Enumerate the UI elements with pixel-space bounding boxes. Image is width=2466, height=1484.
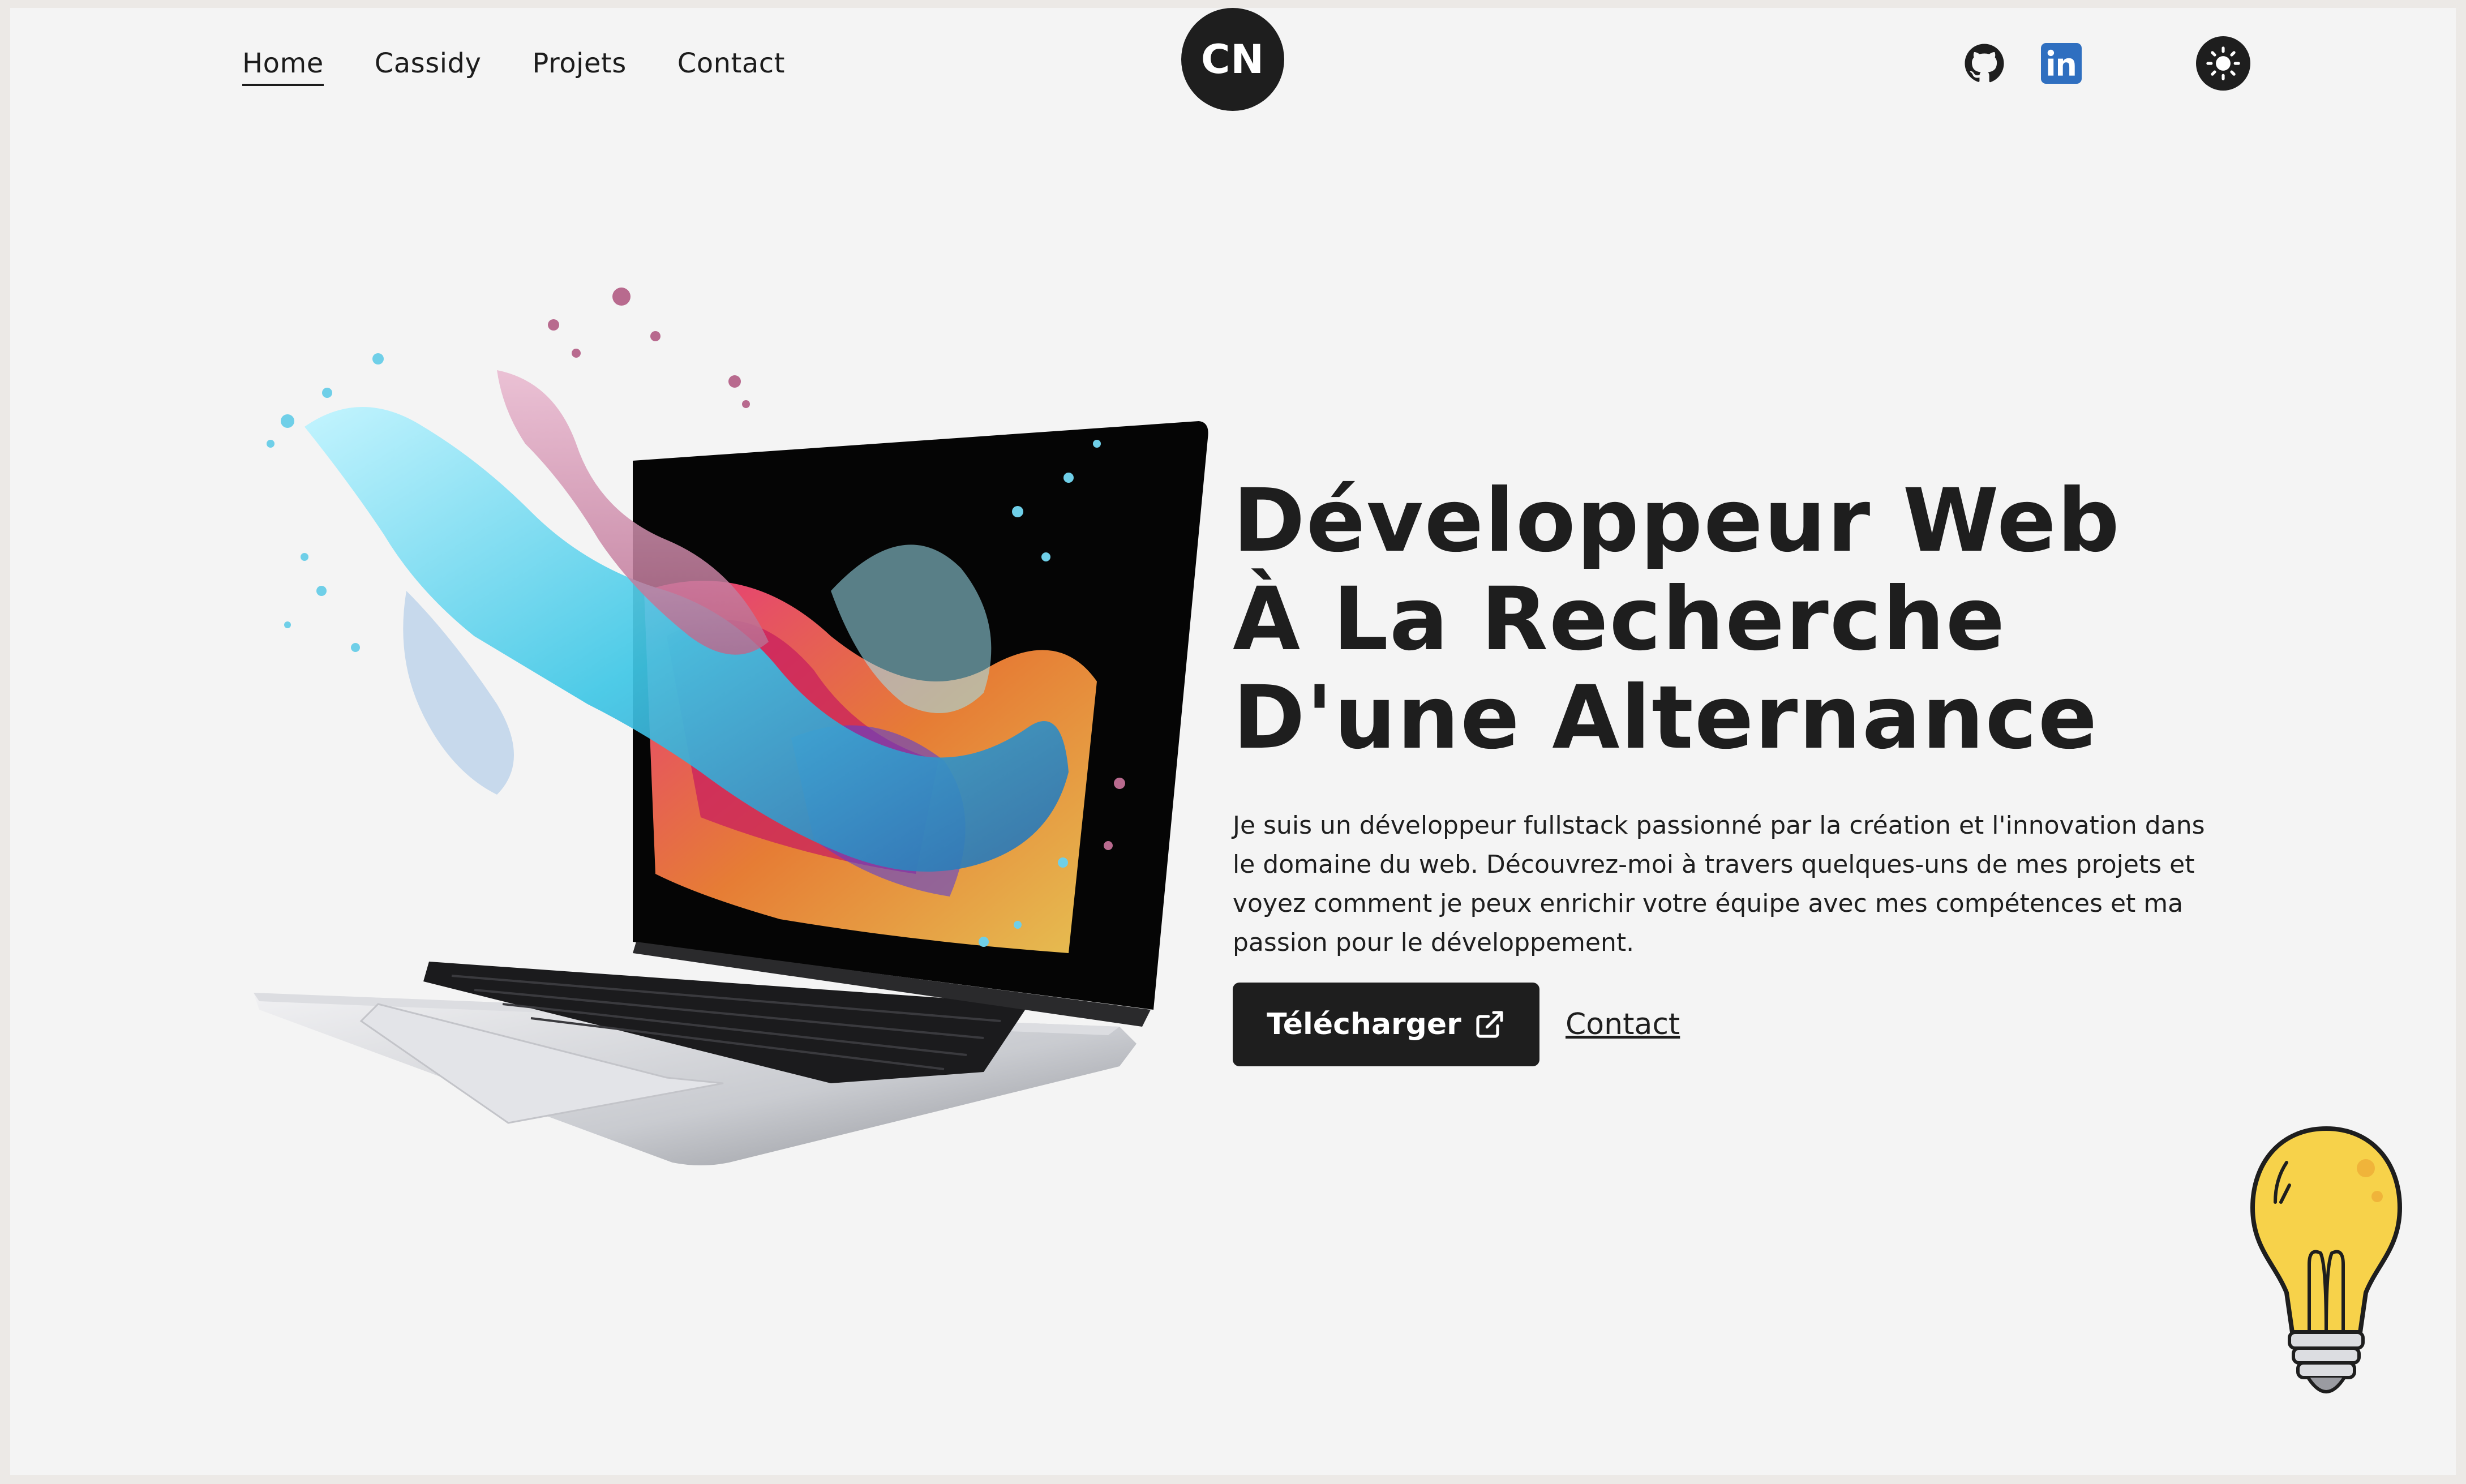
page: Home Cassidy Projets Contact CN Développ… <box>10 8 2456 1475</box>
main-nav: Home Cassidy Projets Contact <box>242 43 785 86</box>
nav-projets[interactable]: Projets <box>532 43 626 86</box>
nav-cassidy[interactable]: Cassidy <box>375 43 482 86</box>
hero-headline: Développeur Web À La Recherche D'une Alt… <box>1233 472 2121 767</box>
headline-line-3: D'une Alternance <box>1233 667 2099 769</box>
linkedin-icon[interactable] <box>2041 43 2082 84</box>
headline-line-1: Développeur Web <box>1233 470 2121 572</box>
laptop-splash-image <box>254 288 1208 1165</box>
nav-contact[interactable]: Contact <box>677 43 785 86</box>
hero-intro-text: Je suis un développeur fullstack passion… <box>1233 811 2205 957</box>
sun-icon <box>2206 46 2240 80</box>
contact-link[interactable]: Contact <box>1566 1005 1680 1044</box>
theme-toggle-button[interactable] <box>2196 36 2250 91</box>
lightbulb-icon[interactable] <box>2236 1117 2417 1417</box>
external-link-icon <box>1476 1011 1503 1038</box>
download-button[interactable]: Télécharger <box>1233 983 1539 1066</box>
logo[interactable]: CN <box>1181 8 1284 111</box>
nav-home[interactable]: Home <box>242 43 324 86</box>
headline-line-2: À La Recherche <box>1233 569 2006 670</box>
github-icon[interactable] <box>1964 43 2005 84</box>
download-button-label: Télécharger <box>1267 1007 1461 1041</box>
